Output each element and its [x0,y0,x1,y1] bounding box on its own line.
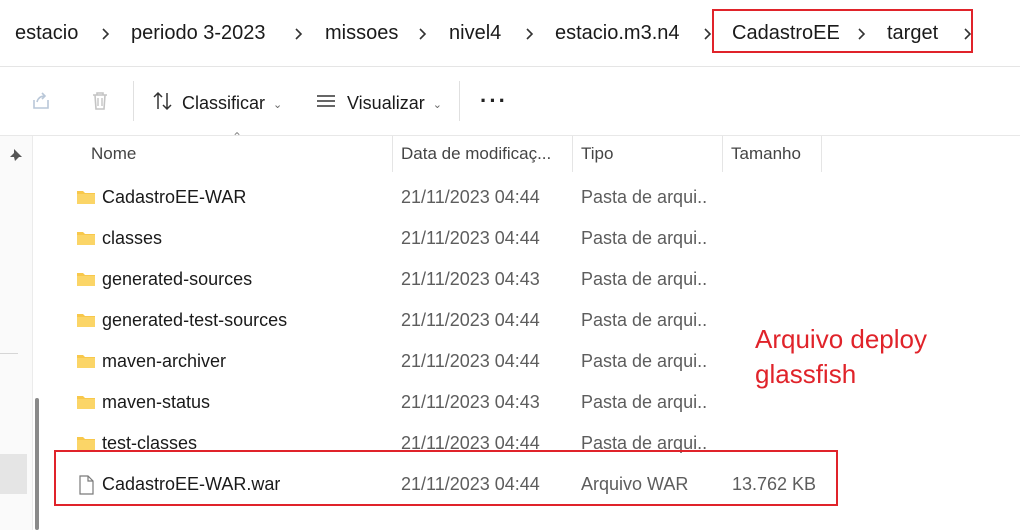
folder-icon [76,229,96,247]
chevron-right-icon[interactable] [101,22,111,46]
chevron-right-icon[interactable] [418,22,428,46]
breadcrumb-highlight-box [712,9,973,53]
column-separator[interactable] [572,136,573,172]
file-name: classes [102,228,163,248]
pin-icon[interactable] [9,148,23,167]
file-size [732,218,822,259]
view-label: Visualizar [347,92,425,113]
view-button[interactable]: Visualizar ⌄ [315,89,442,117]
annotation-text: Arquivo deploy glassfish [755,322,927,392]
file-size [732,177,822,218]
column-separator[interactable] [821,136,822,172]
file-type: Pasta de arqui... [581,187,707,207]
war-file-highlight-box [54,450,838,506]
chevron-right-icon[interactable] [525,22,535,46]
file-date: 21/11/2023 04:43 [401,269,540,289]
column-separator[interactable] [722,136,723,172]
share-icon[interactable] [29,89,53,113]
file-type: Pasta de arqui... [581,269,707,289]
table-row[interactable]: generated-sources 21/11/2023 04:43 Pasta… [60,259,1020,300]
file-date: 21/11/2023 04:44 [401,310,540,330]
column-headers: Nome Data de modificaç... Tipo Tamanho [60,136,1020,176]
toolbar-divider [133,81,134,121]
toolbar-divider [459,81,460,121]
trash-icon[interactable] [88,89,112,113]
column-header-type[interactable]: Tipo [581,136,711,172]
more-options-icon[interactable]: ··· [480,88,508,114]
chevron-down-icon: ⌄ [432,98,442,111]
breadcrumb-item-missoes[interactable]: missoes [325,22,398,45]
file-date: 21/11/2023 04:44 [401,228,540,248]
file-date: 21/11/2023 04:44 [401,187,540,207]
annotation-line-1: Arquivo deploy [755,324,927,354]
file-name: generated-sources [102,269,253,289]
folder-icon [76,311,96,329]
sort-button[interactable]: Classificar ⌄ [152,89,282,117]
nav-selected-item[interactable] [0,454,27,494]
file-date: 21/11/2023 04:43 [401,392,540,412]
breadcrumb-item-nivel4[interactable]: nivel4 [449,22,501,45]
column-header-date[interactable]: Data de modificaç... [401,136,571,172]
file-type: Pasta de arqui... [581,310,707,330]
annotation-line-2: glassfish [755,359,857,389]
breadcrumb-item-estacio[interactable]: estacio [15,22,78,45]
column-header-size[interactable]: Tamanho [731,136,821,172]
table-row[interactable]: CadastroEE-WAR 21/11/2023 04:44 Pasta de… [60,177,1020,218]
file-type: Pasta de arqui... [581,392,707,412]
nav-scrollbar[interactable] [35,398,39,530]
sort-icon [152,90,174,117]
chevron-down-icon: ⌄ [273,98,283,111]
chevron-right-icon[interactable] [294,22,304,46]
file-size [732,259,822,300]
file-name: maven-status [102,392,211,412]
column-header-name[interactable]: Nome [91,136,391,172]
command-toolbar: Classificar ⌄ Visualizar ⌄ [0,67,1020,136]
list-view-icon [315,90,337,117]
nav-divider [0,353,18,354]
file-name: generated-test-sources [102,310,288,330]
file-date: 21/11/2023 04:44 [401,351,540,371]
file-type: Pasta de arqui... [581,228,707,248]
file-name: CadastroEE-WAR [102,187,247,207]
file-name: maven-archiver [102,351,227,371]
column-separator[interactable] [392,136,393,172]
folder-icon [76,393,96,411]
breadcrumb: estacio periodo 3-2023 missoes nivel4 es… [0,0,1020,67]
file-type: Pasta de arqui... [581,351,707,371]
breadcrumb-item-estacio-m3-n4[interactable]: estacio.m3.n4 [555,22,680,45]
table-row[interactable]: classes 21/11/2023 04:44 Pasta de arqui.… [60,218,1020,259]
folder-icon [76,188,96,206]
folder-icon [76,270,96,288]
folder-icon [76,352,96,370]
sort-label: Classificar [182,92,266,113]
breadcrumb-item-periodo[interactable]: periodo 3-2023 [131,22,266,45]
